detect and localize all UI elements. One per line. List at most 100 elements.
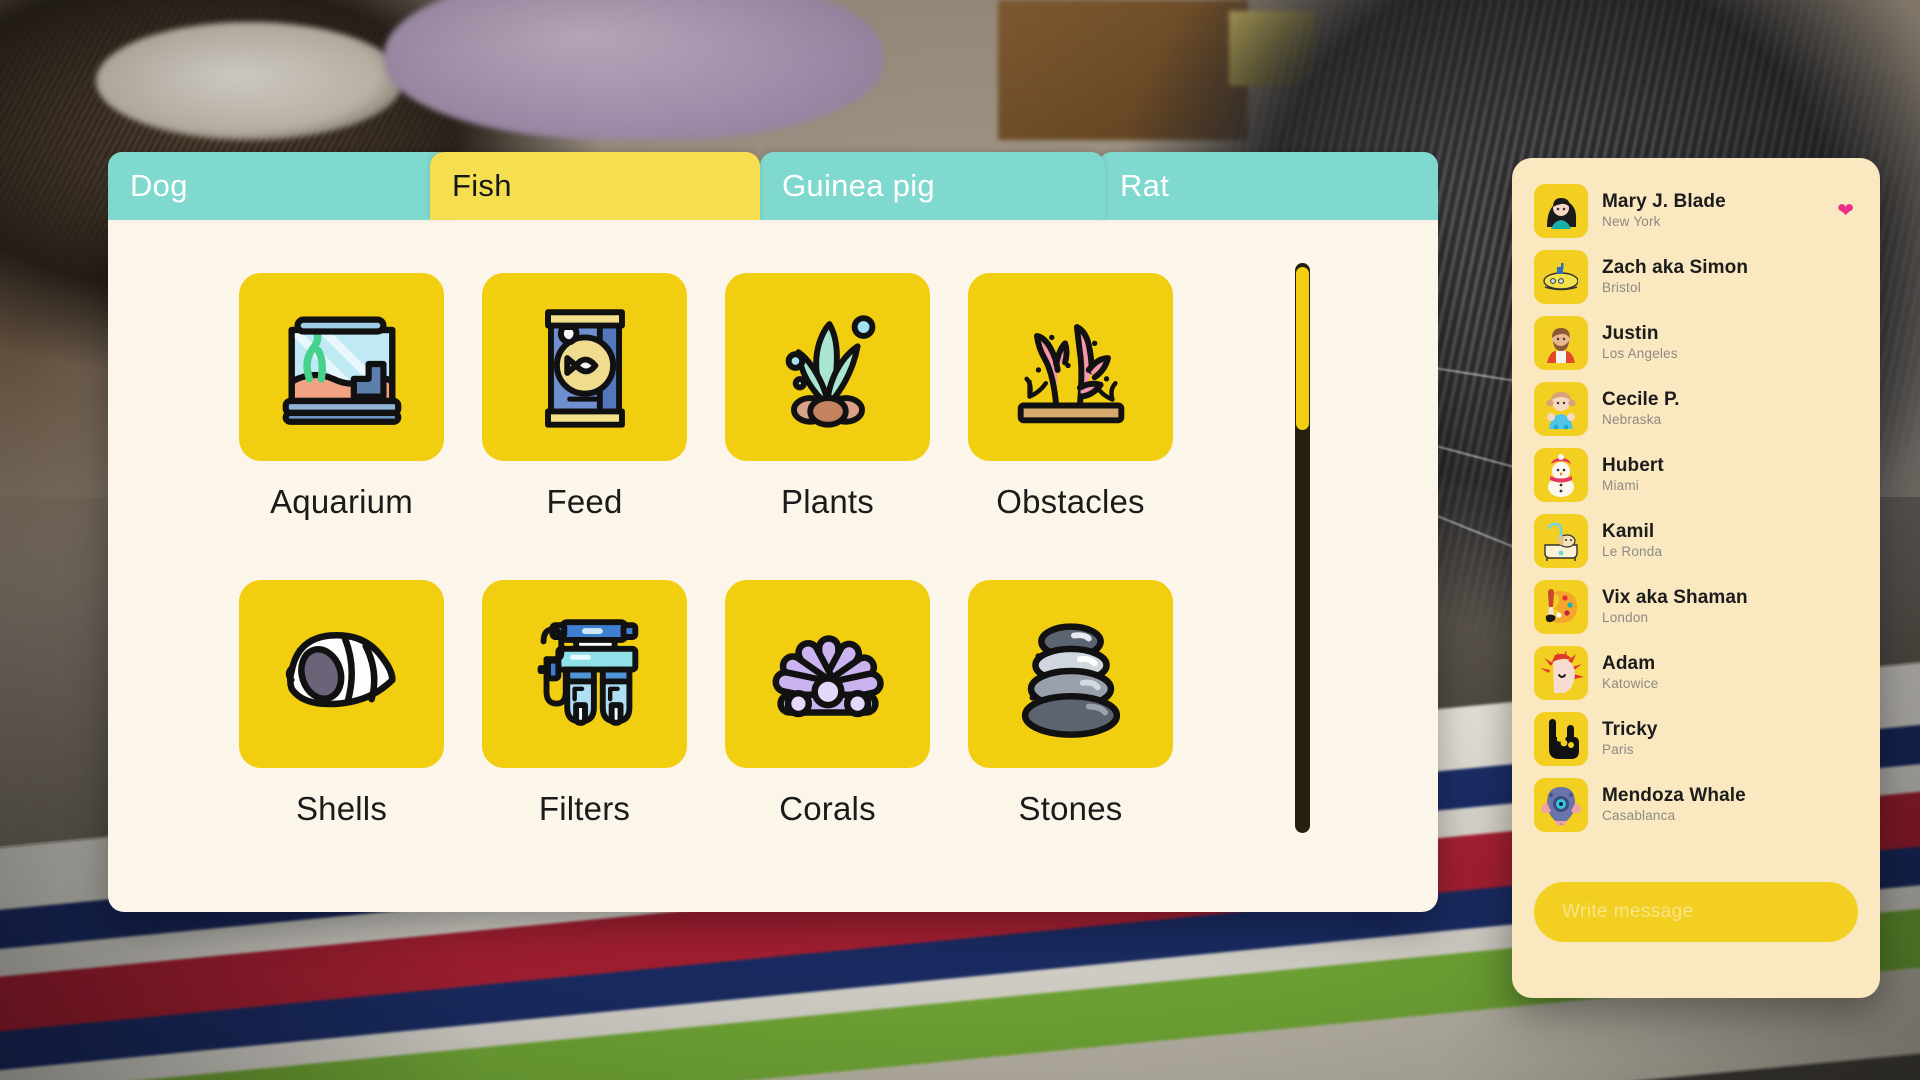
feed-bag-icon	[544, 309, 625, 428]
catalog-item-label: Filters	[538, 790, 631, 827]
contact-text: Hubert Miami	[1602, 456, 1664, 493]
contact-city: Casablanca	[1602, 808, 1676, 824]
tab-dog[interactable]: Dog	[108, 152, 453, 220]
avatar	[1534, 778, 1588, 832]
water-filter-icon	[537, 619, 638, 726]
catalog-item-label: Obstacles	[996, 483, 1145, 520]
contact-name: Vix aka Shaman	[1602, 587, 1748, 609]
contact-list-item[interactable]: Kamil Le Ronda	[1534, 508, 1858, 574]
catalog-item-plants[interactable]: Plants	[706, 273, 949, 580]
rock-hand-icon	[1549, 719, 1579, 759]
contact-list-item[interactable]: Vix aka Shaman London	[1534, 574, 1858, 640]
catalog-item-label: Corals	[779, 790, 876, 827]
contact-name: Kamil	[1602, 521, 1655, 543]
catalog-item-filters[interactable]: Filters	[463, 580, 706, 887]
catalog-item-obstacles[interactable]: Obstacles	[949, 273, 1192, 580]
catalog-item-stones[interactable]: Stones	[949, 580, 1192, 887]
avatar	[1534, 184, 1588, 238]
catalog-item-feed[interactable]: Feed	[463, 273, 706, 580]
catalog-item-label: Aquarium	[270, 483, 413, 520]
tab-fish[interactable]: Fish	[430, 152, 760, 220]
dog-bath-icon	[1544, 522, 1578, 561]
contact-list-item[interactable]: Tricky Paris	[1534, 706, 1858, 772]
contact-text: Mary J. Blade New York	[1602, 192, 1726, 229]
contact-name: Mendoza Whale	[1602, 785, 1746, 807]
contact-city: Paris	[1602, 742, 1634, 758]
catalog-item-tile	[968, 580, 1173, 768]
contact-city: Miami	[1602, 478, 1639, 494]
catalog-item-tile	[239, 273, 444, 461]
contact-city: Los Angeles	[1602, 346, 1678, 362]
woman-avatar-icon	[1547, 198, 1577, 229]
aquarium-icon	[282, 316, 401, 425]
contact-list-item[interactable]: Mary J. Blade New York ❤	[1534, 178, 1858, 244]
avatar	[1534, 316, 1588, 370]
contact-city: Bristol	[1602, 280, 1641, 296]
avatar	[1534, 250, 1588, 304]
catalog-item-aquarium[interactable]: Aquarium	[220, 273, 463, 580]
catalog-item-tile	[725, 580, 930, 768]
catalog-item-corals[interactable]: Corals	[706, 580, 949, 887]
tab-label: Dog	[130, 168, 188, 203]
contact-text: Kamil Le Ronda	[1602, 522, 1662, 559]
contact-name: Hubert	[1602, 455, 1664, 477]
tab-label: Guinea pig	[782, 168, 935, 203]
catalog-item-tile	[482, 273, 687, 461]
catalog-item-label: Feed	[546, 483, 623, 520]
catalog-scrollbar[interactable]	[1295, 263, 1310, 833]
contact-list-item[interactable]: Mendoza Whale Casablanca	[1534, 772, 1858, 838]
contact-city: Le Ronda	[1602, 544, 1663, 560]
contact-list-item[interactable]: Justin Los Angeles	[1534, 310, 1858, 376]
message-input[interactable]: Write message	[1534, 882, 1858, 942]
tab-label: Rat	[1120, 168, 1170, 203]
catalog-item-tile	[482, 580, 687, 768]
catalog-item-tile	[239, 580, 444, 768]
tab-label: Fish	[452, 168, 512, 203]
contact-city: Nebraska	[1602, 412, 1662, 428]
tab-rat[interactable]: Rat	[1098, 152, 1438, 220]
stacked-stones-icon	[1021, 623, 1120, 738]
contact-name: Mary J. Blade	[1602, 191, 1726, 213]
favorite-heart-icon[interactable]: ❤	[1837, 201, 1854, 221]
tab-bar: Dog Fish Guinea pig Rat	[108, 152, 1438, 220]
catalog-item-label: Stones	[1018, 790, 1123, 827]
contact-city: London	[1602, 610, 1649, 626]
sea-urchin-icon	[772, 635, 884, 718]
catalog-item-tile	[725, 273, 930, 461]
avatar	[1534, 382, 1588, 436]
contact-name: Tricky	[1602, 719, 1658, 741]
contact-name: Adam	[1602, 653, 1656, 675]
contact-text: Justin Los Angeles	[1602, 324, 1678, 361]
avatar	[1534, 712, 1588, 766]
contact-list-item[interactable]: Adam Katowice	[1534, 640, 1858, 706]
bearded-man-avatar-icon	[1547, 328, 1575, 363]
contact-city: New York	[1602, 214, 1661, 230]
contact-text: Adam Katowice	[1602, 654, 1658, 691]
contact-list-item[interactable]: Cecile P. Nebraska	[1534, 376, 1858, 442]
avatar	[1534, 580, 1588, 634]
contact-name: Cecile P.	[1602, 389, 1680, 411]
submarine-icon	[1543, 263, 1583, 291]
catalog-scrollbar-thumb[interactable]	[1296, 267, 1309, 430]
snowman-icon	[1548, 454, 1574, 497]
catalog-item-tile	[968, 273, 1173, 461]
whale-robot-icon	[1541, 787, 1581, 827]
catalog-item-shells[interactable]: Shells	[220, 580, 463, 887]
catalog-item-label: Plants	[781, 483, 874, 520]
contacts-panel: Mary J. Blade New York ❤ Zach aka Simon …	[1512, 158, 1880, 998]
catalog-grid: Aquarium Feed Plants Obstacles Shells Fi…	[220, 273, 1192, 887]
contact-list-item[interactable]: Hubert Miami	[1534, 442, 1858, 508]
paint-palette-icon	[1545, 589, 1577, 623]
tab-guinea-pig[interactable]: Guinea pig	[760, 152, 1105, 220]
contact-text: Cecile P. Nebraska	[1602, 390, 1680, 427]
pet-shop-window: Dog Fish Guinea pig Rat Aquarium Feed Pl…	[108, 152, 1438, 912]
avatar	[1534, 646, 1588, 700]
message-input-placeholder: Write message	[1562, 901, 1694, 922]
catalog-panel: Aquarium Feed Plants Obstacles Shells Fi…	[108, 215, 1438, 912]
catalog-item-label: Shells	[295, 790, 388, 827]
avatar	[1534, 514, 1588, 568]
contact-text: Mendoza Whale Casablanca	[1602, 786, 1746, 823]
punk-head-icon	[1540, 650, 1584, 693]
contact-list-item[interactable]: Zach aka Simon Bristol	[1534, 244, 1858, 310]
contact-name: Justin	[1602, 323, 1659, 345]
